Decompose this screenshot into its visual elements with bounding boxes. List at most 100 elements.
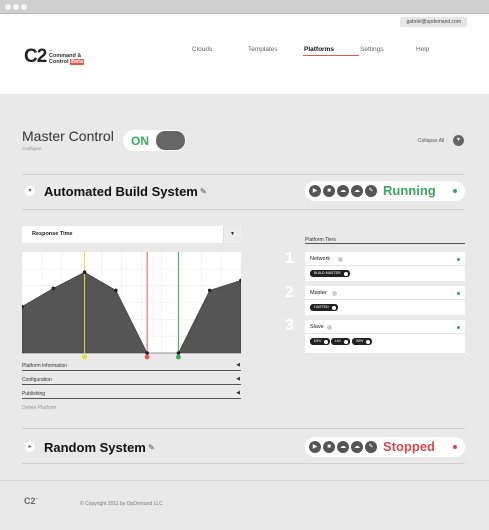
system-title: Random System xyxy=(44,440,146,455)
tag-remove-icon[interactable] xyxy=(324,339,329,344)
tier-status-dot-icon xyxy=(457,258,460,261)
expand-chevron-icon[interactable]: ▾ xyxy=(25,186,35,196)
status-dot-icon xyxy=(453,445,457,449)
tag-remove-icon[interactable] xyxy=(343,339,348,344)
tier-name: Slave xyxy=(310,324,324,330)
site-header: gabriel@opdemand.com C2 ™ Command & Cont… xyxy=(0,14,489,94)
footer-copyright: © Copyright 2011 by OpDemand LLC xyxy=(80,501,163,507)
logo[interactable]: C2 xyxy=(24,46,47,68)
footer-logo-tm: ™ xyxy=(35,497,39,501)
metric-select[interactable]: Response Time ▼ xyxy=(22,226,241,243)
delete-platform-link[interactable]: Delete Platform xyxy=(22,405,56,411)
nav-help[interactable]: Help xyxy=(416,46,429,53)
play-icon xyxy=(176,354,181,360)
expand-chevron-icon[interactable]: ▸ xyxy=(25,442,35,452)
chart-svg xyxy=(22,252,241,360)
toggle-label: ON xyxy=(131,134,149,148)
footer-logo: C2™ xyxy=(24,496,39,506)
chevron-left-icon: ◀ xyxy=(236,376,240,382)
metric-select-value: Response Time xyxy=(32,231,73,237)
window-dot-icon xyxy=(13,4,19,10)
tag-label: HASTEN xyxy=(314,305,329,309)
info-icon xyxy=(82,354,87,360)
tier-name: Network xyxy=(310,256,331,262)
section-platform-information[interactable]: Platform Information ◀ xyxy=(22,361,241,371)
tier-number: 3 xyxy=(285,317,294,334)
tier-header: Master xyxy=(305,286,465,300)
window-dot-icon xyxy=(21,4,27,10)
collapse-all-label[interactable]: Collapse All xyxy=(418,138,444,144)
nav-active-underline xyxy=(303,55,359,56)
tag-label: BUILD MASTER xyxy=(314,271,341,275)
system-controls: ▶ ■ ☁ ☁ ✎ Stopped xyxy=(305,437,465,457)
tier-tag[interactable]: BUILD MASTER xyxy=(310,270,350,277)
section-publishing[interactable]: Publishing ◀ xyxy=(22,389,241,399)
divider xyxy=(22,174,465,175)
cloud-alt-icon[interactable]: ☁ xyxy=(351,441,363,453)
tier-tag[interactable]: WIN xyxy=(352,338,372,345)
user-email[interactable]: gabriel@opdemand.com xyxy=(400,17,467,27)
section-label: Configuration xyxy=(22,377,52,383)
tag-label: LIN xyxy=(335,339,341,343)
pencil-icon[interactable]: ✎ xyxy=(200,187,207,196)
tag-remove-icon[interactable] xyxy=(331,305,336,310)
chevron-left-icon: ◀ xyxy=(236,362,240,368)
nav-platforms[interactable]: Platforms xyxy=(304,46,334,53)
tier-header: Network xyxy=(305,252,465,266)
stop-icon[interactable]: ■ xyxy=(323,441,335,453)
chart-data-point xyxy=(145,351,149,355)
chevron-left-icon: ◀ xyxy=(236,390,240,396)
chevron-down-icon[interactable]: ▾ xyxy=(453,135,464,146)
cloud-alt-icon[interactable]: ☁ xyxy=(351,185,363,197)
tag-remove-icon[interactable] xyxy=(366,339,370,344)
tier-number: 1 xyxy=(285,250,294,267)
status-stopped: Stopped xyxy=(383,439,435,454)
tier-config-icon[interactable] xyxy=(327,325,332,330)
section-label: Publishing xyxy=(22,391,46,397)
status-running: Running xyxy=(383,183,436,198)
stop-icon[interactable]: ■ xyxy=(323,185,335,197)
nav-templates[interactable]: Templates xyxy=(248,46,278,53)
nav-clouds[interactable]: Clouds xyxy=(192,46,212,53)
tier-tag[interactable]: HASTEN xyxy=(310,304,338,311)
tier-tag[interactable]: DEV xyxy=(310,338,331,345)
play-icon[interactable]: ▶ xyxy=(309,441,321,453)
edit-icon[interactable]: ✎ xyxy=(365,185,377,197)
footer-divider xyxy=(0,480,489,481)
tier-card-slave[interactable]: Slave DEV LIN WIN xyxy=(305,320,465,353)
tag-remove-icon[interactable] xyxy=(343,271,348,276)
system-title: Automated Build System xyxy=(44,184,198,199)
pencil-icon[interactable]: ✎ xyxy=(148,443,155,452)
tier-card-network[interactable]: Network BUILD MASTER xyxy=(305,252,465,281)
section-label: Platform Information xyxy=(22,363,68,369)
play-icon[interactable]: ▶ xyxy=(309,185,321,197)
tier-config-icon[interactable] xyxy=(338,257,343,262)
master-control-title: Master Control xyxy=(22,128,114,144)
chart-data-point xyxy=(176,351,181,355)
chart-data-point xyxy=(82,270,87,274)
edit-icon[interactable]: ✎ xyxy=(365,441,377,453)
chart-area-series xyxy=(22,271,241,354)
chevron-down-icon[interactable]: ▼ xyxy=(223,226,241,243)
tiers-divider xyxy=(305,243,465,244)
master-control-configure-link[interactable]: Configure xyxy=(22,146,42,151)
logo-mark: C2 xyxy=(24,46,47,67)
tier-card-master[interactable]: Master HASTEN xyxy=(305,286,465,315)
window-dot-icon xyxy=(5,4,11,10)
tier-tag[interactable]: LIN xyxy=(331,338,350,345)
footer-logo-mark: C2 xyxy=(24,496,36,506)
response-time-chart xyxy=(22,252,241,360)
tier-number: 2 xyxy=(285,284,294,301)
tier-status-dot-icon xyxy=(457,292,460,295)
tag-label: WIN xyxy=(356,339,363,343)
cloud-icon[interactable]: ☁ xyxy=(337,185,349,197)
chart-data-point xyxy=(207,288,212,293)
divider xyxy=(22,428,465,429)
section-configuration[interactable]: Configuration ◀ xyxy=(22,375,241,385)
toggle-knob[interactable] xyxy=(156,131,185,150)
tier-config-icon[interactable] xyxy=(332,291,337,296)
status-dot-icon xyxy=(453,189,457,193)
master-toggle[interactable]: ON xyxy=(123,130,186,151)
nav-settings[interactable]: Settings xyxy=(360,46,384,53)
cloud-icon[interactable]: ☁ xyxy=(337,441,349,453)
